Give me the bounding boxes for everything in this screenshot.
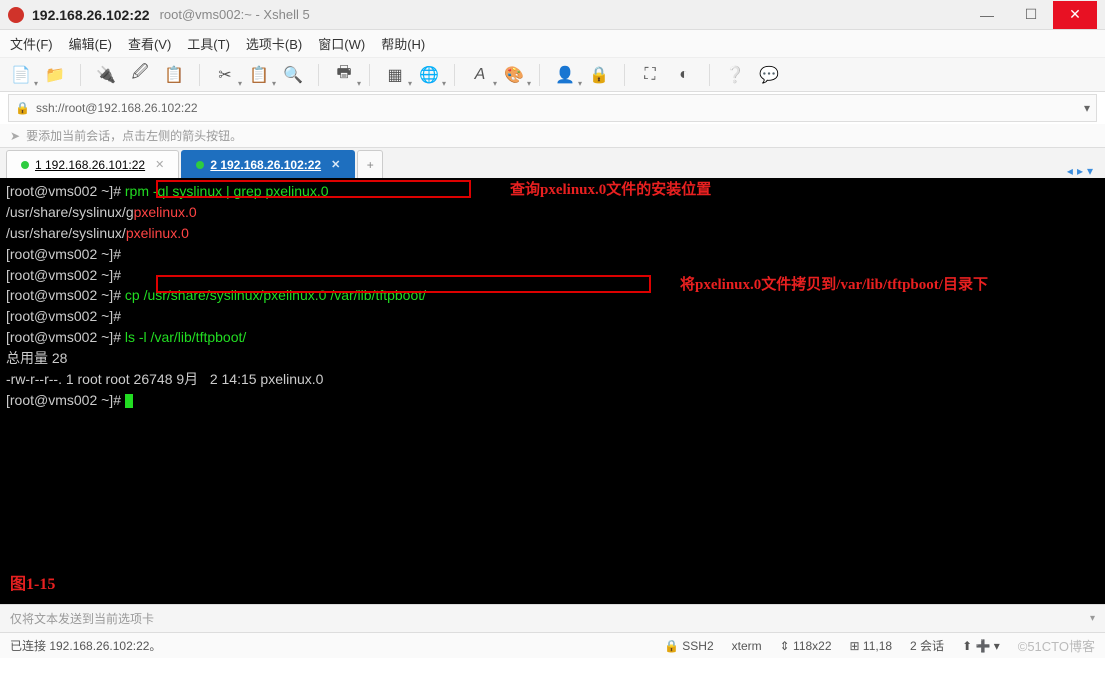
send-bar-text: 仅将文本发送到当前选项卡 (10, 610, 154, 627)
statusbar: 已连接 192.168.26.102:22。 🔒 SSH2 xterm ⇕ 11… (0, 632, 1105, 658)
separator (318, 64, 319, 86)
send-bar[interactable]: 仅将文本发送到当前选项卡 ▾ (0, 604, 1105, 632)
open-button[interactable]: 📁 (42, 62, 68, 88)
lock-button[interactable]: 🔒 (586, 62, 612, 88)
menu-tools[interactable]: 工具(T) (187, 34, 230, 53)
address-dropdown-icon[interactable]: ▾ (1084, 101, 1090, 115)
close-button[interactable]: ✕ (1053, 1, 1097, 29)
toolbar: 📄 📁 🔌 🖉 📋 ✂ 📋 🔍 🖶 ▦ 🌐 A 🎨 👤 🔒 ⛶ ◐ ❔ 💬 (0, 58, 1105, 92)
minimize-button[interactable]: — (965, 1, 1009, 29)
status-dot-icon (196, 161, 204, 169)
output-highlight: pxelinux.0 (126, 225, 189, 241)
prompt: [root@vms002 ~]# (6, 287, 125, 303)
status-nav[interactable]: ⬆ ➕ ▾ (962, 639, 1000, 653)
tab-next-icon[interactable]: ▸ (1077, 164, 1083, 178)
address-text: ssh://root@192.168.26.102:22 (36, 101, 198, 115)
tab-nav: ◂ ▸ ▾ (1067, 164, 1099, 178)
menu-file[interactable]: 文件(F) (10, 34, 53, 53)
separator (454, 64, 455, 86)
separator (624, 64, 625, 86)
encoding-button[interactable]: 🌐 (416, 62, 442, 88)
properties-button[interactable]: 📋 (161, 62, 187, 88)
profile-button[interactable]: 👤 (552, 62, 578, 88)
annotation-box-2 (156, 275, 651, 293)
status-connection: 已连接 192.168.26.102:22。 (10, 637, 161, 654)
annotation-label-2: 将pxelinux.0文件拷贝到/var/lib/tftpboot/目录下 (680, 275, 988, 295)
titlebar: 192.168.26.102:22 root@vms002:~ - Xshell… (0, 0, 1105, 30)
transparency-button[interactable]: ◐ (671, 62, 697, 88)
addressbar[interactable]: 🔒 ssh://root@192.168.26.102:22 ▾ (8, 94, 1097, 122)
status-dot-icon (21, 161, 29, 169)
copy-button[interactable]: ✂ (212, 62, 238, 88)
menu-edit[interactable]: 编辑(E) (69, 34, 112, 53)
tab-list-icon[interactable]: ▾ (1087, 164, 1093, 178)
output: 总用量 28 (6, 350, 67, 366)
prompt: [root@vms002 ~]# (6, 246, 121, 262)
prompt: [root@vms002 ~]# (6, 392, 125, 408)
tab-prev-icon[interactable]: ◂ (1067, 164, 1073, 178)
annotation-box-1 (156, 180, 471, 198)
separator (539, 64, 540, 86)
font-button[interactable]: A (467, 62, 493, 88)
window-controls: — ☐ ✕ (965, 1, 1097, 29)
menubar: 文件(F) 编辑(E) 查看(V) 工具(T) 选项卡(B) 窗口(W) 帮助(… (0, 30, 1105, 58)
fullscreen-button[interactable]: ⛶ (637, 62, 663, 88)
window-title-main: 192.168.26.102:22 (32, 7, 150, 23)
lock-icon: 🔒 (15, 101, 30, 115)
new-session-button[interactable]: 📄 (8, 62, 34, 88)
prompt: [root@vms002 ~]# (6, 267, 121, 283)
separator (199, 64, 200, 86)
menu-help[interactable]: 帮助(H) (381, 34, 425, 53)
tab-label: 2 192.168.26.102:22 (210, 158, 321, 172)
disconnect-button[interactable]: 🖉 (127, 62, 153, 88)
help-button[interactable]: ❔ (722, 62, 748, 88)
tab-session-1[interactable]: 1 192.168.26.101:22 ✕ (6, 150, 179, 178)
hintbar: ➤ 要添加当前会话，点击左侧的箭头按钮。 (0, 124, 1105, 148)
maximize-button[interactable]: ☐ (1009, 1, 1053, 29)
annotation-label-1: 查询pxelinux.0文件的安装位置 (510, 180, 711, 200)
tab-session-2[interactable]: 2 192.168.26.102:22 ✕ (181, 150, 355, 178)
color-button[interactable]: 🎨 (501, 62, 527, 88)
cursor (125, 394, 133, 408)
window-title-sub: root@vms002:~ - Xshell 5 (160, 7, 310, 22)
terminal[interactable]: [root@vms002 ~]# rpm -ql syslinux | grep… (0, 178, 1105, 604)
layout-button[interactable]: ▦ (382, 62, 408, 88)
command: ls -l /var/lib/tftpboot/ (125, 329, 246, 345)
tab-close-icon[interactable]: ✕ (155, 158, 164, 171)
hint-arrow-icon[interactable]: ➤ (10, 129, 20, 143)
output: -rw-r--r--. 1 root root 26748 9月 2 14:15… (6, 371, 323, 387)
chat-button[interactable]: 💬 (756, 62, 782, 88)
figure-label: 图1-15 (10, 574, 55, 596)
status-cursor-pos: ⊞ 11,18 (850, 639, 893, 653)
tab-add-button[interactable]: + (357, 150, 383, 178)
session-tabs: 1 192.168.26.101:22 ✕ 2 192.168.26.102:2… (0, 148, 1105, 178)
find-button[interactable]: 🔍 (280, 62, 306, 88)
app-icon (8, 7, 24, 23)
status-terminal-type: xterm (732, 639, 762, 653)
output-highlight: pxelinux.0 (134, 204, 197, 220)
reconnect-button[interactable]: 🔌 (93, 62, 119, 88)
status-sessions: 2 会话 (910, 637, 944, 654)
status-protocol: 🔒 SSH2 (664, 639, 714, 653)
paste-button[interactable]: 📋 (246, 62, 272, 88)
output-prefix: /usr/share/syslinux/ (6, 225, 126, 241)
prompt: [root@vms002 ~]# (6, 183, 125, 199)
separator (709, 64, 710, 86)
menu-window[interactable]: 窗口(W) (318, 34, 365, 53)
prompt: [root@vms002 ~]# (6, 329, 125, 345)
tab-close-icon[interactable]: ✕ (331, 158, 340, 171)
output-prefix: /usr/share/syslinux/g (6, 204, 134, 220)
hint-text: 要添加当前会话，点击左侧的箭头按钮。 (26, 127, 242, 144)
separator (80, 64, 81, 86)
status-size: ⇕ 118x22 (780, 639, 832, 653)
prompt: [root@vms002 ~]# (6, 308, 121, 324)
watermark: ©51CTO博客 (1018, 636, 1095, 655)
separator (369, 64, 370, 86)
menu-tab[interactable]: 选项卡(B) (246, 34, 302, 53)
tab-label: 1 192.168.26.101:22 (35, 158, 145, 172)
print-button[interactable]: 🖶 (331, 62, 357, 88)
menu-view[interactable]: 查看(V) (128, 34, 171, 53)
send-bar-dropdown-icon[interactable]: ▾ (1090, 613, 1095, 624)
